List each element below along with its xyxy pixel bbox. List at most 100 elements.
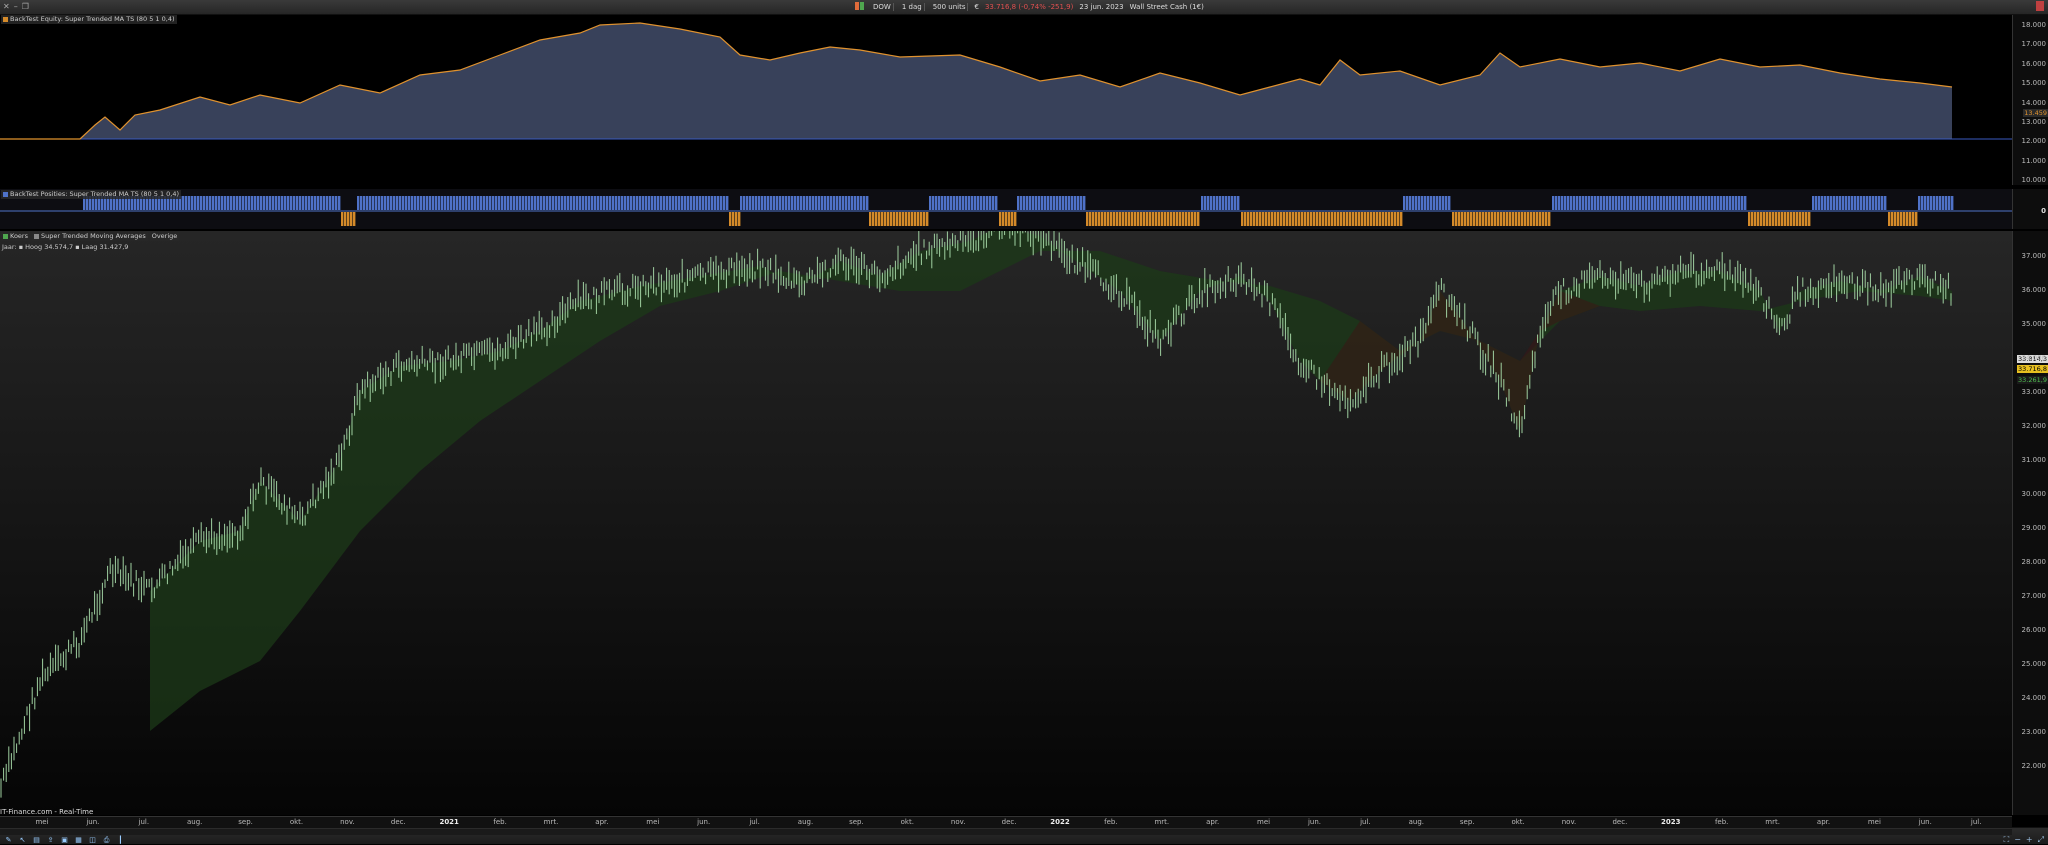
long-position-bar bbox=[929, 196, 932, 210]
short-position-bar bbox=[1473, 212, 1476, 226]
long-position-bar bbox=[857, 196, 860, 210]
zoom-fit-icon[interactable]: ⛶ bbox=[2004, 835, 2010, 845]
long-position-bar bbox=[468, 196, 471, 210]
short-position-bar bbox=[1391, 212, 1394, 226]
long-position-bar bbox=[1684, 196, 1687, 210]
long-position-bar bbox=[1681, 196, 1684, 210]
long-position-bar bbox=[860, 196, 863, 210]
price-axis-tick: 33.000 bbox=[2021, 388, 2047, 396]
long-position-bar bbox=[236, 196, 239, 210]
long-position-bar bbox=[579, 196, 582, 210]
long-position-bar bbox=[1854, 196, 1857, 210]
positions-axis: 0 bbox=[2012, 189, 2048, 229]
long-position-bar bbox=[1717, 196, 1720, 210]
indicator-icon[interactable]: ◫ bbox=[88, 836, 97, 845]
short-position-bar bbox=[1005, 212, 1008, 226]
legend-indicator[interactable]: Super Trended Moving Averages bbox=[31, 232, 148, 241]
zoom-out-icon[interactable]: − bbox=[2014, 835, 2021, 845]
long-position-bar bbox=[740, 196, 743, 210]
zoom-range-icon[interactable]: ⤢ bbox=[2038, 835, 2044, 845]
instrument-select[interactable]: DOW bbox=[871, 3, 894, 11]
layout-icon[interactable]: ▦ bbox=[74, 836, 83, 845]
long-position-bar bbox=[633, 196, 636, 210]
instrument-bar: DOW 1 dag 500 units € 33.716,8 (-0,74% -… bbox=[855, 1, 1204, 13]
zoom-in-icon[interactable]: + bbox=[2026, 835, 2033, 845]
time-axis-label: dec. bbox=[1612, 818, 1628, 826]
short-position-bar bbox=[1328, 212, 1331, 226]
units-select[interactable]: 500 units bbox=[931, 3, 969, 11]
long-position-bar bbox=[522, 196, 525, 210]
long-position-bar bbox=[1026, 196, 1029, 210]
long-position-bar bbox=[1415, 196, 1418, 210]
long-position-bar bbox=[1059, 196, 1062, 210]
short-position-bar bbox=[1155, 212, 1158, 226]
long-position-bar bbox=[290, 196, 293, 210]
long-position-bar bbox=[1201, 196, 1204, 210]
short-position-bar bbox=[1259, 212, 1262, 226]
long-position-bar bbox=[809, 196, 812, 210]
long-position-bar bbox=[1231, 196, 1234, 210]
long-position-bar bbox=[818, 196, 821, 210]
long-position-bar bbox=[1942, 196, 1945, 210]
long-position-bar bbox=[1690, 196, 1693, 210]
long-position-bar bbox=[1056, 196, 1059, 210]
time-axis-label: 2021 bbox=[439, 818, 459, 826]
long-position-bar bbox=[1044, 196, 1047, 210]
time-axis-label: mrt. bbox=[543, 818, 559, 826]
short-position-bar bbox=[1143, 212, 1146, 226]
minimize-icon[interactable]: – bbox=[14, 2, 18, 11]
cursor-icon[interactable]: ↖ bbox=[18, 836, 27, 845]
long-position-bar bbox=[1630, 196, 1633, 210]
long-position-bar bbox=[293, 196, 296, 210]
short-position-bar bbox=[1891, 212, 1894, 226]
share-icon[interactable]: ⇪ bbox=[46, 836, 55, 845]
legend-koers[interactable]: Koers bbox=[1, 232, 30, 241]
long-position-bar bbox=[555, 196, 558, 210]
long-position-bar bbox=[591, 196, 594, 210]
long-position-bar bbox=[311, 196, 314, 210]
short-position-bar bbox=[1769, 212, 1772, 226]
short-position-bar bbox=[1760, 212, 1763, 226]
window-icon[interactable]: ▣ bbox=[60, 836, 69, 845]
long-position-bar bbox=[537, 196, 540, 210]
chart-type-icon[interactable] bbox=[855, 2, 865, 12]
long-position-bar bbox=[1080, 196, 1083, 210]
draw-tool-icon[interactable]: ✎ bbox=[4, 836, 13, 845]
short-position-bar bbox=[1527, 212, 1530, 226]
short-position-bar bbox=[1322, 212, 1325, 226]
chart-icon[interactable]: ▤ bbox=[32, 836, 41, 845]
time-axis-label: feb. bbox=[493, 818, 507, 826]
restore-icon[interactable]: ❐ bbox=[22, 2, 29, 11]
long-position-bar bbox=[1552, 196, 1555, 210]
long-position-bar bbox=[648, 196, 651, 210]
long-position-bar bbox=[717, 196, 720, 210]
short-position-bar bbox=[1116, 212, 1119, 226]
short-position-bar bbox=[341, 212, 344, 226]
long-position-bar bbox=[489, 196, 492, 210]
long-position-bar bbox=[1693, 196, 1696, 210]
long-position-bar bbox=[618, 196, 621, 210]
close-icon[interactable]: ✕ bbox=[3, 2, 10, 11]
timeframe-select[interactable]: 1 dag bbox=[900, 3, 925, 11]
equity-pane: BackTest Equity: Super Trended MA TS (80… bbox=[0, 15, 2012, 185]
long-position-bar bbox=[606, 196, 609, 210]
short-position-bar bbox=[1095, 212, 1098, 226]
long-position-bar bbox=[1666, 196, 1669, 210]
long-position-bar bbox=[248, 196, 251, 210]
long-position-bar bbox=[821, 196, 824, 210]
legend-overige[interactable]: Overige bbox=[149, 232, 180, 241]
long-position-bar bbox=[627, 196, 630, 210]
short-position-bar bbox=[1542, 212, 1545, 226]
alert-icon[interactable] bbox=[2036, 1, 2044, 11]
print-icon[interactable]: ⎙ bbox=[102, 836, 111, 845]
long-position-bar bbox=[666, 196, 669, 210]
long-position-bar bbox=[1213, 196, 1216, 210]
long-position-bar bbox=[564, 196, 567, 210]
short-position-bar bbox=[1113, 212, 1116, 226]
short-position-bar bbox=[1340, 212, 1343, 226]
equity-axis-tick: 10.000 bbox=[2021, 176, 2047, 185]
horizontal-scrollbar[interactable] bbox=[0, 829, 2012, 835]
time-axis-label: aug. bbox=[797, 818, 814, 826]
short-position-bar bbox=[350, 212, 353, 226]
candles-icon[interactable]: ┃ bbox=[116, 836, 125, 845]
